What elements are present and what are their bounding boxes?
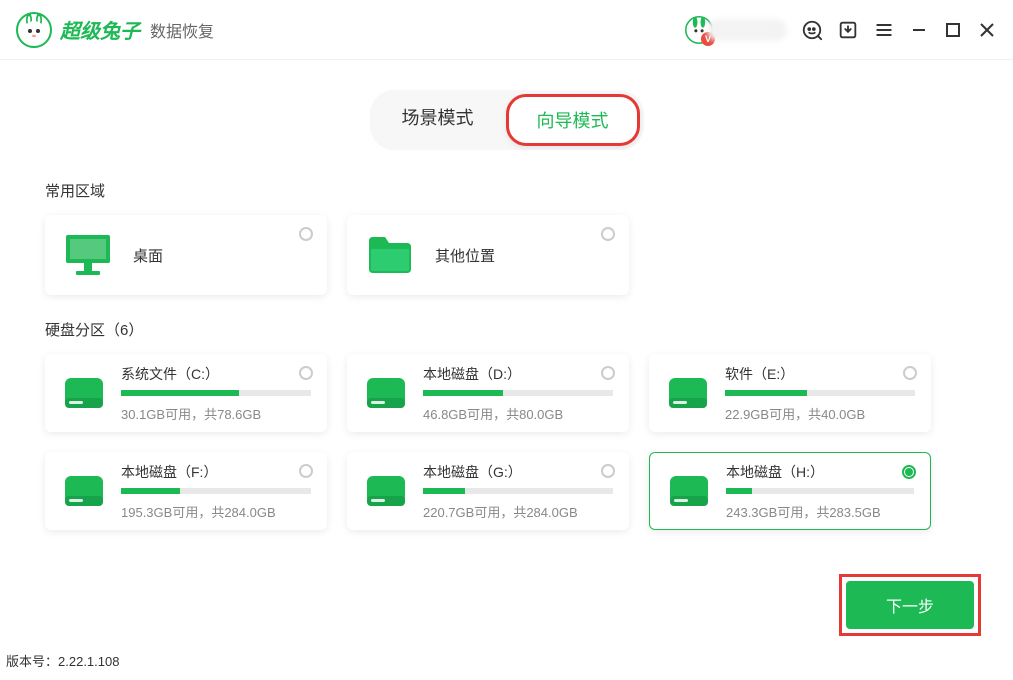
version-prefix: 版本号： — [6, 654, 58, 669]
disk-usage-text: 243.3GB可用，共283.5GB — [726, 502, 914, 521]
version-label: 版本号：2.22.1.108 — [6, 651, 119, 670]
brand-name: 超级兔子 — [60, 15, 140, 44]
disk-usage-fill — [121, 390, 239, 396]
disk-card[interactable]: 本地磁盘（F:） 195.3GB可用，共284.0GB — [45, 452, 327, 530]
disk-card[interactable]: 本地磁盘（G:） 220.7GB可用，共284.0GB — [347, 452, 629, 530]
card-label: 桌面 — [133, 245, 163, 266]
disk-usage-text: 22.9GB可用，共40.0GB — [725, 404, 915, 423]
disk-drive-icon — [363, 468, 409, 514]
section-partitions-label: 硬盘分区（6） — [45, 319, 968, 340]
disk-usage-text: 220.7GB可用，共284.0GB — [423, 502, 613, 521]
disk-card[interactable]: 软件（E:） 22.9GB可用，共40.0GB — [649, 354, 931, 432]
disk-drive-icon — [61, 468, 107, 514]
desktop-icon — [63, 230, 113, 280]
menu-icon[interactable] — [873, 19, 895, 41]
radio-unselected-icon — [601, 464, 615, 478]
disk-drive-icon — [666, 468, 712, 514]
logo-bunny-icon — [16, 12, 52, 48]
disk-usage-bar — [423, 488, 613, 494]
disk-name: 本地磁盘（D:） — [423, 364, 613, 384]
disk-drive-icon — [665, 370, 711, 416]
card-desktop[interactable]: 桌面 — [45, 215, 327, 295]
tab-container: 场景模式 向导模式 — [370, 90, 644, 150]
disk-drive-icon — [363, 370, 409, 416]
disk-usage-fill — [423, 488, 465, 494]
disk-usage-fill — [726, 488, 752, 494]
disk-grid: 系统文件（C:） 30.1GB可用，共78.6GB 本地磁盘（D:） 46.8G… — [45, 354, 968, 530]
main-content: 场景模式 向导模式 常用区域 桌面 — [0, 60, 1013, 550]
disk-name: 软件（E:） — [725, 364, 915, 384]
disk-usage-bar — [121, 488, 311, 494]
disk-usage-text: 195.3GB可用，共284.0GB — [121, 502, 311, 521]
card-other-location[interactable]: 其他位置 — [347, 215, 629, 295]
mode-tabs: 场景模式 向导模式 — [45, 90, 968, 150]
radio-unselected-icon — [903, 366, 917, 380]
next-button[interactable]: 下一步 — [846, 581, 974, 629]
disk-usage-bar — [121, 390, 311, 396]
disk-usage-text: 30.1GB可用，共78.6GB — [121, 404, 311, 423]
import-icon[interactable] — [837, 19, 859, 41]
disk-usage-bar — [423, 390, 613, 396]
header-left: 超级兔子 数据恢复 — [16, 12, 214, 48]
folder-icon — [365, 230, 415, 280]
disk-usage-fill — [423, 390, 503, 396]
footer: 下一步 — [839, 574, 981, 636]
common-areas-row: 桌面 其他位置 — [45, 215, 968, 295]
tab-wizard-mode[interactable]: 向导模式 — [506, 94, 640, 146]
version-number: 2.22.1.108 — [58, 654, 119, 669]
disk-name: 本地磁盘（F:） — [121, 462, 311, 482]
header-right: V — [685, 16, 997, 44]
next-button-highlight: 下一步 — [839, 574, 981, 636]
disk-name: 本地磁盘（G:） — [423, 462, 613, 482]
user-avatar[interactable]: V — [685, 16, 787, 44]
disk-card[interactable]: 本地磁盘（D:） 46.8GB可用，共80.0GB — [347, 354, 629, 432]
disk-drive-icon — [61, 370, 107, 416]
disk-usage-bar — [725, 390, 915, 396]
disk-usage-fill — [725, 390, 807, 396]
close-icon[interactable] — [977, 20, 997, 40]
radio-unselected-icon — [299, 227, 313, 241]
disk-usage-bar — [726, 488, 914, 494]
radio-unselected-icon — [601, 227, 615, 241]
disk-name: 本地磁盘（H:） — [726, 462, 914, 482]
disk-usage-text: 46.8GB可用，共80.0GB — [423, 404, 613, 423]
disk-info: 本地磁盘（D:） 46.8GB可用，共80.0GB — [423, 364, 613, 423]
radio-selected-icon — [902, 465, 916, 479]
radio-unselected-icon — [601, 366, 615, 380]
radio-unselected-icon — [299, 366, 313, 380]
disk-name: 系统文件（C:） — [121, 364, 311, 384]
disk-info: 本地磁盘（F:） 195.3GB可用，共284.0GB — [121, 462, 311, 521]
disk-usage-fill — [121, 488, 180, 494]
header: 超级兔子 数据恢复 V — [0, 0, 1013, 60]
section-common-label: 常用区域 — [45, 180, 968, 201]
minimize-icon[interactable] — [909, 20, 929, 40]
feedback-icon[interactable] — [801, 19, 823, 41]
maximize-icon[interactable] — [943, 20, 963, 40]
brand-sub: 数据恢复 — [150, 18, 214, 42]
disk-card[interactable]: 本地磁盘（H:） 243.3GB可用，共283.5GB — [649, 452, 931, 530]
disk-info: 本地磁盘（H:） 243.3GB可用，共283.5GB — [726, 462, 914, 521]
user-name-pill — [707, 19, 787, 41]
disk-info: 软件（E:） 22.9GB可用，共40.0GB — [725, 364, 915, 423]
disk-card[interactable]: 系统文件（C:） 30.1GB可用，共78.6GB — [45, 354, 327, 432]
tab-scene-mode[interactable]: 场景模式 — [374, 94, 502, 146]
card-label: 其他位置 — [435, 245, 495, 266]
radio-unselected-icon — [299, 464, 313, 478]
disk-info: 本地磁盘（G:） 220.7GB可用，共284.0GB — [423, 462, 613, 521]
disk-info: 系统文件（C:） 30.1GB可用，共78.6GB — [121, 364, 311, 423]
